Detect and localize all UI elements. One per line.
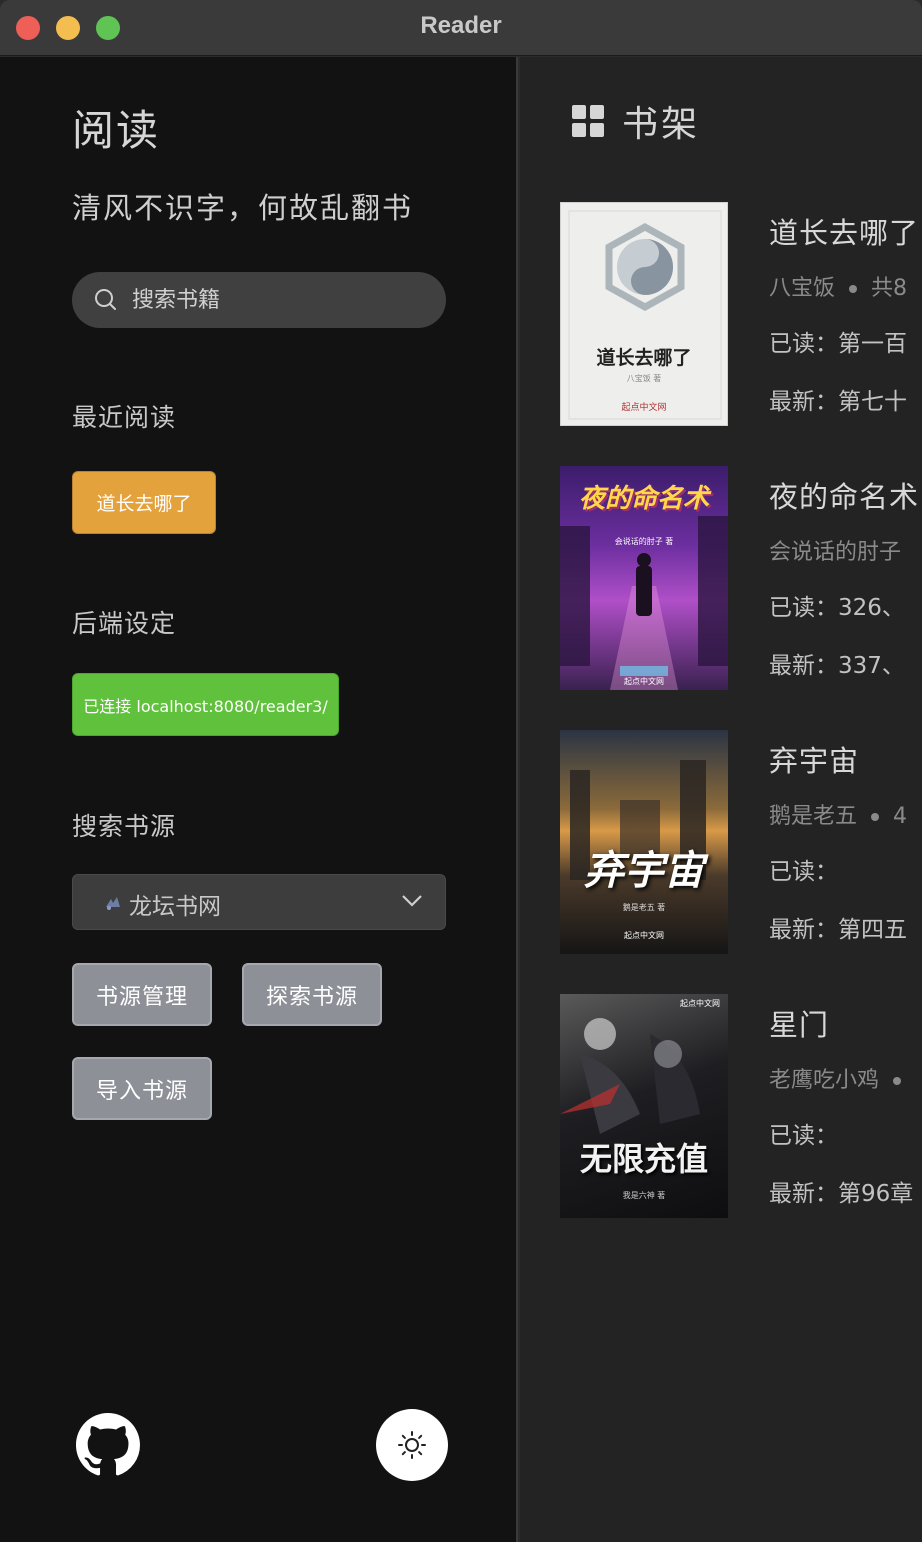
recent-heading: 最近阅读 (72, 403, 177, 432)
cover-title: 夜的命名术 (578, 484, 709, 514)
cover-author: 会说话的肘子 著 (614, 537, 674, 546)
recent-book-button[interactable]: 道长去哪了 (72, 471, 216, 534)
cover-title: 道长去哪了 (596, 347, 692, 369)
book-cover[interactable]: 夜的命名术 会说话的肘子 著 起点中文网 (560, 466, 728, 690)
book-meta: 4 (893, 804, 908, 829)
cover-publisher: 起点中文网 (621, 403, 667, 413)
book-latest-chapter: 最新：第七十 (769, 389, 907, 415)
separator-dot (849, 285, 858, 293)
cover-publisher: 起点中文网 (624, 931, 664, 940)
book-author-line: 鹅是老五 4 (769, 798, 907, 830)
book-card[interactable]: 道长去哪了 八宝饭 著 起点中文网 道长去哪了 八宝饭 共8 已读：第一百 最新：… (560, 202, 922, 426)
sun-icon (398, 1431, 426, 1459)
chevron-down-icon (402, 895, 422, 907)
book-cover[interactable]: 弃宇宙 鹅是老五 著 起点中文网 (560, 730, 728, 954)
tagline: 清风不识字，何故乱翻书 (72, 191, 414, 225)
shelf-header: 书架 (572, 95, 700, 147)
explore-sources-button[interactable]: 探索书源 (242, 963, 382, 1026)
separator-dot (893, 1077, 902, 1085)
book-read-progress: 已读：第一百 (769, 331, 907, 357)
github-icon[interactable] (76, 1413, 140, 1477)
sidebar: 阅读 清风不识字，何故乱翻书 最近阅读 道长去哪了 后端设定 已连接 local… (0, 57, 518, 1542)
book-author: 老鹰吃小鸡 (769, 1068, 880, 1093)
connection-status-button[interactable]: 已连接 localhost:8080/reader3/ (72, 673, 339, 736)
bookshelf-panel: 书架 道长去哪了 八宝饭 著 起点中文网 道长去哪了 八宝饭 共8 已读：第一百 … (520, 57, 922, 1542)
cover-publisher: 起点中文网 (624, 677, 664, 686)
book-author-line: 八宝饭 共8 (769, 270, 907, 302)
book-read-progress: 已读： (769, 859, 838, 885)
cover-publisher: 起点中文网 (680, 999, 720, 1008)
window-title: Reader (420, 12, 502, 39)
manage-sources-button[interactable]: 书源管理 (72, 963, 212, 1026)
separator-dot (871, 813, 880, 821)
source-select-value: 龙坛书网 (129, 894, 221, 920)
app-title: 阅读 (72, 106, 161, 155)
grid-icon (572, 105, 604, 137)
source-favicon-icon (106, 897, 120, 910)
source-select[interactable]: 龙坛书网 (72, 874, 446, 930)
taiji-cover-art (568, 210, 722, 420)
book-card[interactable]: 起点中文网 无限充值 我是六神 著 星门 老鹰吃小鸡 已读： 最新：第96章 (560, 994, 922, 1218)
book-card[interactable]: 夜的命名术 会说话的肘子 著 起点中文网 夜的命名术 会说话的肘子 已读：326… (560, 466, 922, 690)
window-titlebar: Reader (0, 0, 922, 56)
cover-author: 鹅是老五 著 (622, 903, 666, 912)
source-heading: 搜索书源 (72, 812, 177, 841)
cover-title: 弃宇宙 (584, 847, 704, 894)
backend-heading: 后端设定 (72, 609, 177, 638)
book-author: 会说话的肘子 (769, 540, 902, 565)
cover-author: 八宝饭 著 (626, 374, 662, 383)
book-cover[interactable]: 道长去哪了 八宝饭 著 起点中文网 (560, 202, 728, 426)
book-card[interactable]: 弃宇宙 鹅是老五 著 起点中文网 弃宇宙 鹅是老五 4 已读： 最新：第四五 (560, 730, 922, 954)
book-meta: 共8 (871, 276, 908, 301)
hero-cover-art (560, 1018, 700, 1134)
book-latest-chapter: 最新：第96章 (769, 1181, 914, 1207)
book-title[interactable]: 道长去哪了 (769, 210, 919, 252)
book-title[interactable]: 弃宇宙 (769, 738, 859, 780)
search-box[interactable] (72, 272, 446, 328)
cover-author: 我是六神 著 (622, 1191, 666, 1200)
shelf-title: 书架 (622, 104, 701, 145)
book-author: 八宝饭 (769, 276, 836, 301)
search-input[interactable] (132, 272, 422, 328)
book-read-progress: 已读： (769, 1123, 838, 1149)
book-author-line: 会说话的肘子 (769, 534, 901, 566)
book-author-line: 老鹰吃小鸡 (769, 1062, 915, 1094)
book-latest-chapter: 最新：337、 (769, 653, 905, 679)
book-title[interactable]: 夜的命名术 (769, 474, 919, 516)
book-title[interactable]: 星门 (769, 1002, 829, 1044)
book-latest-chapter: 最新：第四五 (769, 917, 907, 943)
cover-title: 无限充值 (579, 1140, 708, 1178)
import-sources-button[interactable]: 导入书源 (72, 1057, 212, 1120)
book-read-progress: 已读：326、 (769, 595, 905, 621)
search-icon (95, 289, 116, 310)
book-cover[interactable]: 起点中文网 无限充值 我是六神 著 (560, 994, 728, 1218)
theme-toggle-button[interactable] (376, 1409, 448, 1481)
book-author: 鹅是老五 (769, 804, 858, 829)
